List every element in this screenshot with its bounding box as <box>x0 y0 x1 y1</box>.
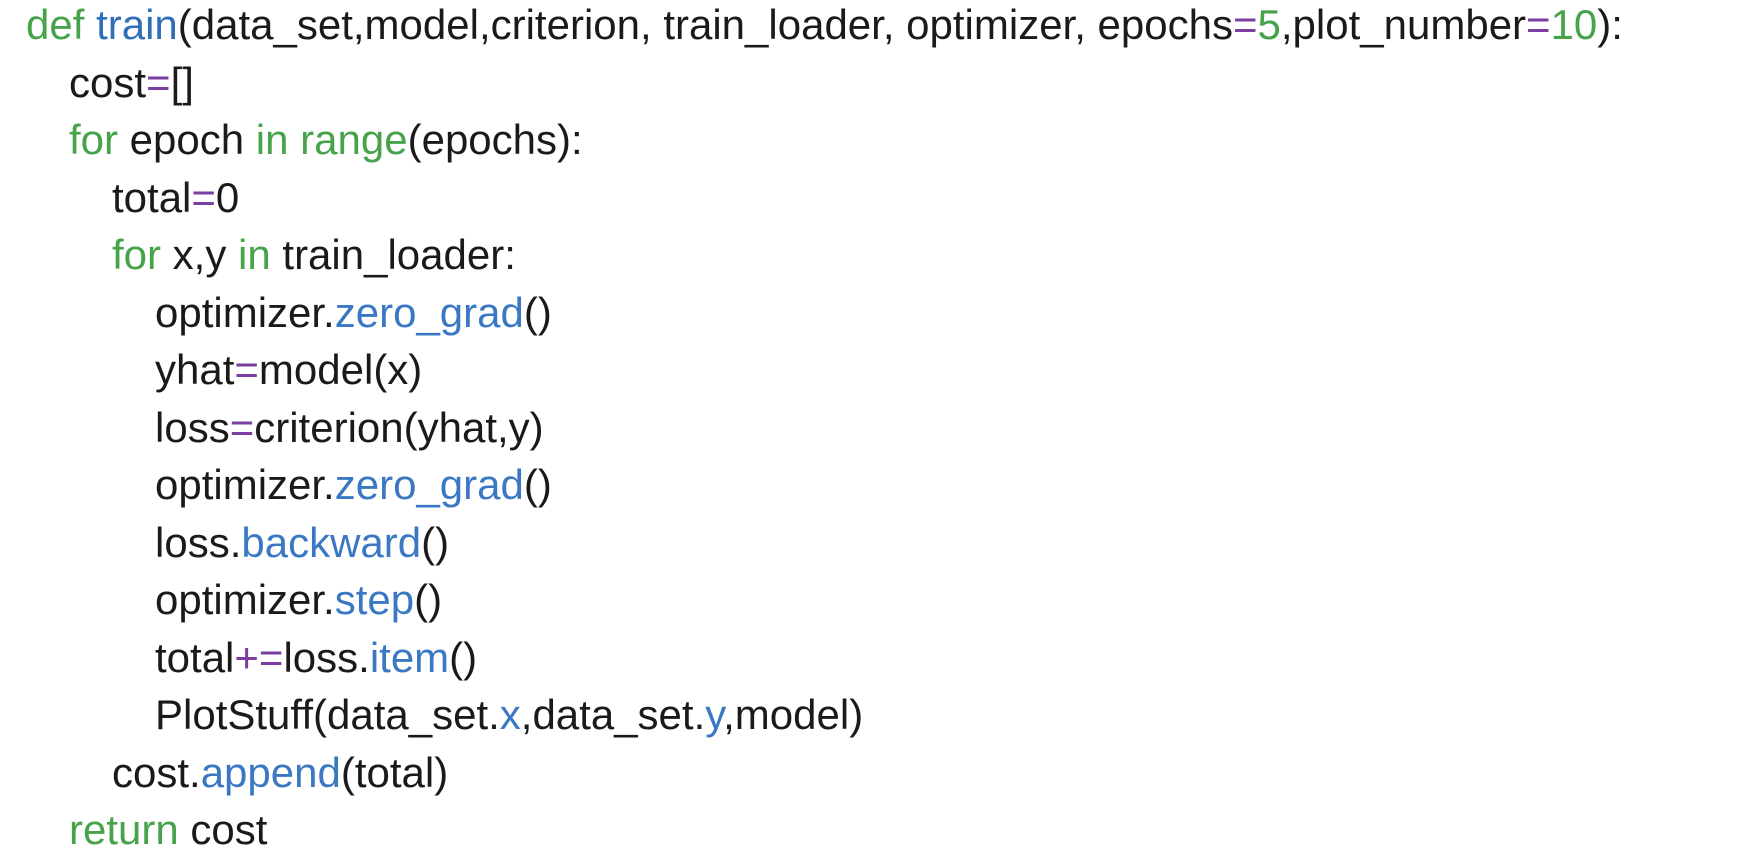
code-line: def train(data_set,model,criterion, trai… <box>26 0 1726 58</box>
code-token-plain: total <box>155 633 235 681</box>
code-token-plain: cost <box>178 806 268 853</box>
code-token-plain: ): <box>1597 1 1623 48</box>
code-token-keyword: for <box>69 116 119 163</box>
code-line: return cost <box>26 805 1726 863</box>
code-token-keyword: return <box>69 806 179 853</box>
code-token-keyword: in <box>255 116 289 163</box>
code-line: PlotStuff(data_set.x,data_set.y,model) <box>26 690 1726 748</box>
code-token-operator: = <box>191 173 216 221</box>
code-token-function-name: train <box>96 1 178 48</box>
code-token-method: append <box>200 748 341 796</box>
code-token-method: zero_grad <box>334 288 524 336</box>
code-token-plain: () <box>421 518 450 566</box>
code-token-operator: = <box>1526 1 1551 48</box>
code-line: optimizer.step() <box>26 575 1726 633</box>
code-token-plain: criterion(yhat,y) <box>254 403 544 451</box>
code-token-plain: ,model) <box>723 691 864 738</box>
code-token-plain: cost. <box>112 748 201 796</box>
code-token-method: backward <box>241 518 422 566</box>
code-token-operator: = <box>229 403 255 451</box>
code-token-plain: loss. <box>283 633 370 681</box>
code-token-method: x <box>499 691 521 738</box>
code-token-plain: [] <box>170 58 194 106</box>
code-line: cost=[] <box>26 58 1726 116</box>
code-token-plain: optimizer. <box>155 461 335 508</box>
code-token-keyword: def <box>26 1 85 48</box>
code-line: total=0 <box>26 173 1726 231</box>
code-token-plain: ,data_set. <box>520 691 706 738</box>
code-token-number: 5 <box>1257 1 1281 48</box>
code-token-plain: loss <box>155 403 230 451</box>
code-line: optimizer.zero_grad() <box>26 288 1726 346</box>
code-token-plain: train_loader: <box>270 231 516 278</box>
code-token-operator: = <box>234 346 259 393</box>
code-token-plain: optimizer. <box>155 576 335 623</box>
code-token-operator: = <box>146 58 171 106</box>
code-line: yhat=model(x) <box>26 345 1726 403</box>
code-line: total+=loss.item() <box>26 633 1726 691</box>
code-token-method: step <box>334 576 415 623</box>
code-token-plain: PlotStuff(data_set. <box>155 691 500 738</box>
code-line: loss=criterion(yhat,y) <box>26 403 1726 461</box>
code-token-plain: model(x) <box>258 346 423 393</box>
code-token-operator: = <box>1233 1 1258 48</box>
code-token-operator: += <box>234 633 284 681</box>
code-line: cost.append(total) <box>26 748 1726 806</box>
code-token-plain: 0 <box>215 173 240 221</box>
code-token-plain: (data_set,model,criterion, train_loader,… <box>177 1 1233 48</box>
code-token-plain: (epochs): <box>407 116 583 163</box>
code-token-plain: loss. <box>155 518 242 566</box>
code-token-plain: x,y <box>161 231 239 278</box>
code-token-plain: () <box>414 576 443 623</box>
code-line: loss.backward() <box>26 518 1726 576</box>
code-token-plain: cost <box>69 58 147 106</box>
code-token-plain: () <box>523 461 552 508</box>
code-token-number: 10 <box>1550 1 1598 48</box>
code-token-plain: total <box>112 173 192 221</box>
code-token-plain: optimizer. <box>155 288 335 336</box>
code-token-plain: () <box>449 633 478 681</box>
code-line: optimizer.zero_grad() <box>26 460 1726 518</box>
code-token-keyword: for <box>112 231 162 278</box>
code-token-plain: yhat <box>155 346 235 393</box>
code-token-number: range <box>300 116 408 163</box>
code-token-method: item <box>369 633 450 681</box>
code-token-plain: epoch <box>118 116 256 163</box>
code-block: def train(data_set,model,criterion, trai… <box>26 0 1726 863</box>
code-token-keyword: in <box>238 231 271 278</box>
code-token-method: zero_grad <box>334 461 524 508</box>
code-line: for epoch in range(epochs): <box>26 115 1726 173</box>
code-token-plain: (total) <box>340 748 449 796</box>
code-token-plain: ,plot_number <box>1280 1 1527 48</box>
code-line: for x,y in train_loader: <box>26 230 1726 288</box>
code-token-method: y <box>705 691 724 738</box>
code-token-plain: () <box>523 288 552 336</box>
